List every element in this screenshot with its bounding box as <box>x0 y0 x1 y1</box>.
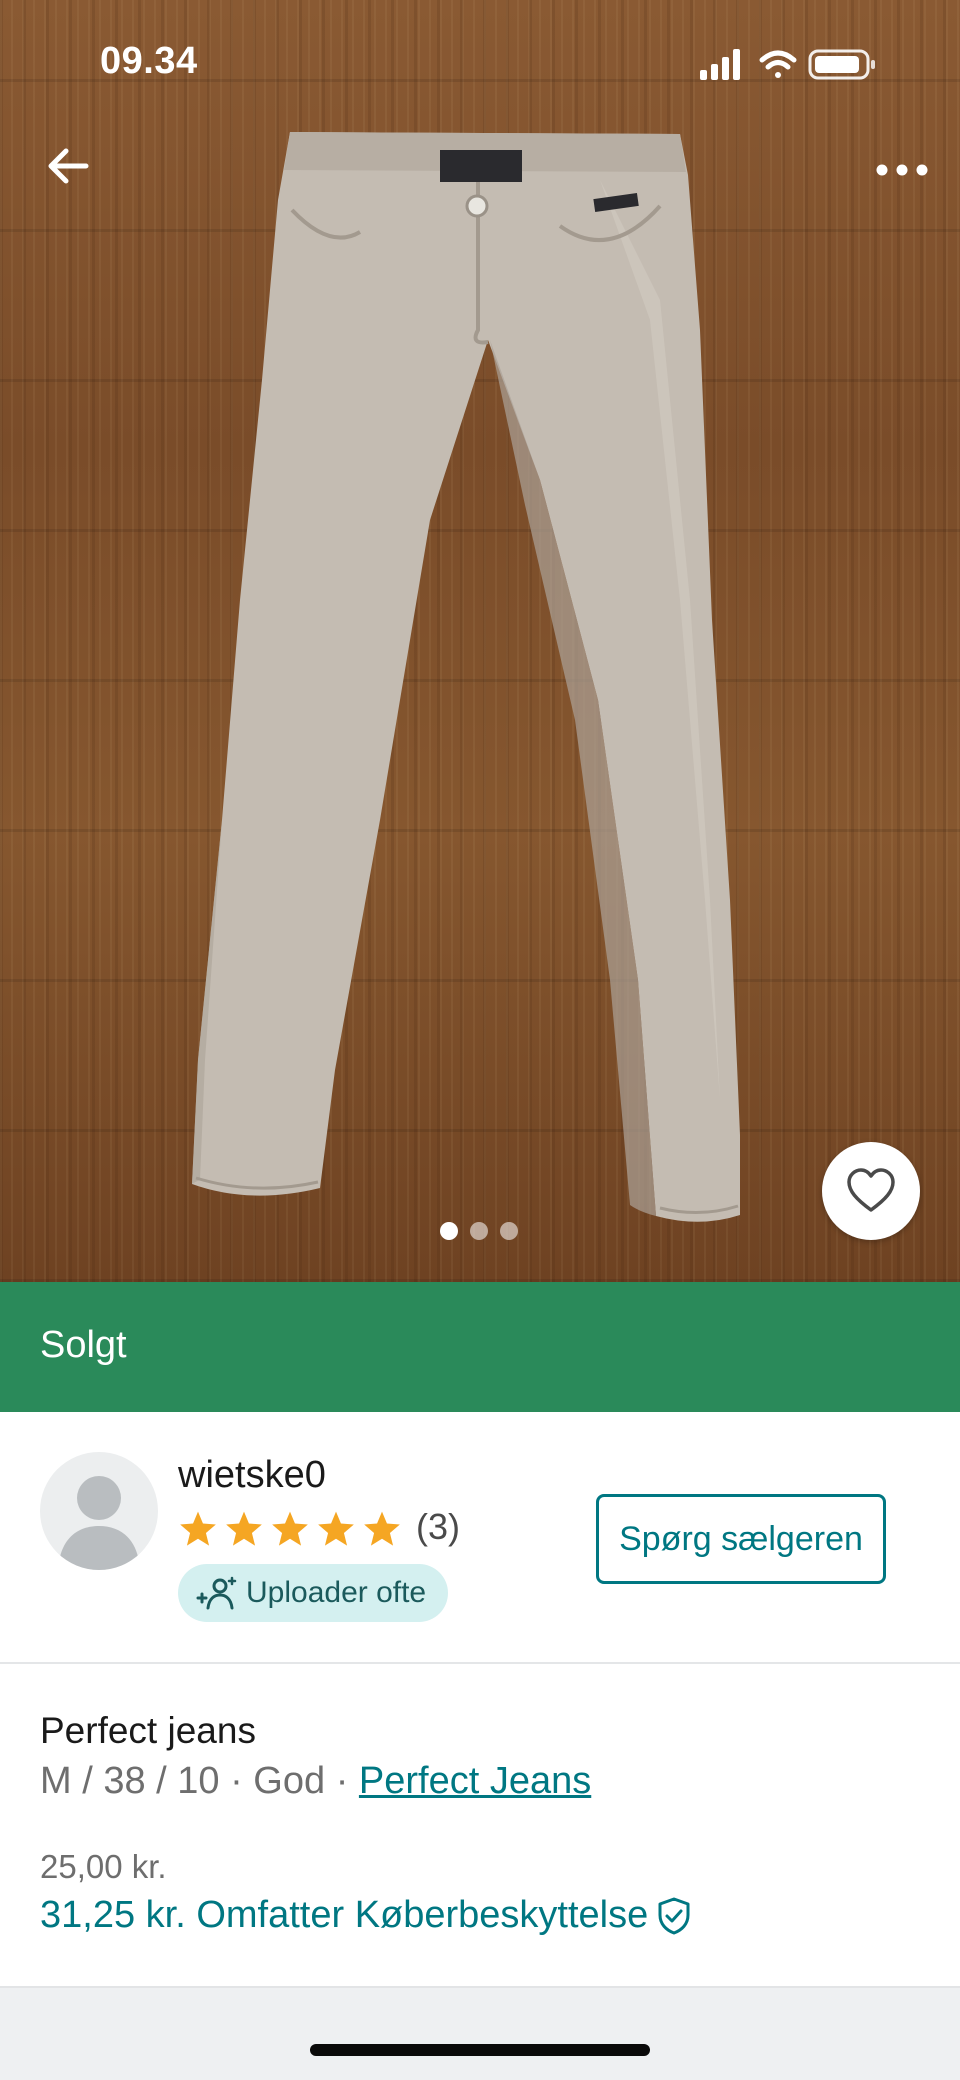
heart-outline-icon <box>847 1168 895 1212</box>
item-details: Perfect jeans M / 38 / 10 · God · Perfec… <box>0 1664 960 1986</box>
item-price: 25,00 kr. <box>40 1848 167 1885</box>
cellular-signal-icon <box>700 49 740 80</box>
total-price-label: 31,25 kr. Omfatter Køberbeskyttelse <box>40 1894 649 1936</box>
bottom-area <box>0 1986 960 2080</box>
status-icons <box>700 49 875 80</box>
seller-rating-stars[interactable] <box>178 1510 402 1548</box>
avatar[interactable] <box>40 1452 158 1570</box>
shield-check-icon <box>658 1897 690 1934</box>
item-title: Perfect jeans <box>40 1710 256 1751</box>
star-icon <box>364 1511 400 1546</box>
item-photo <box>192 132 740 1222</box>
pagination-dot[interactable] <box>470 1222 488 1240</box>
seller-username[interactable]: wietske0 <box>178 1454 326 1497</box>
home-indicator[interactable] <box>310 2044 650 2056</box>
star-icon <box>318 1511 354 1546</box>
favorite-button[interactable] <box>822 1142 920 1240</box>
pagination-dot-active[interactable] <box>440 1222 458 1240</box>
item-photo-gallery[interactable]: 09.34 <box>0 0 960 1282</box>
back-button[interactable] <box>30 128 106 204</box>
more-horizontal-icon <box>876 164 928 176</box>
seller-section: wietske0 (3) Uploader ofte Spørg sælgere… <box>0 1412 960 1664</box>
brand-link[interactable]: Perfect Jeans <box>359 1760 591 1802</box>
default-avatar-icon <box>58 1476 140 1570</box>
ask-seller-label: Spørg sælgeren <box>619 1519 863 1558</box>
wifi-icon <box>759 50 797 78</box>
review-count[interactable]: (3) <box>416 1506 460 1548</box>
ask-seller-button[interactable]: Spørg sælgeren <box>596 1494 886 1584</box>
frequent-uploader-icon <box>196 1576 237 1610</box>
sold-status-label: Solgt <box>40 1324 127 1366</box>
item-attributes: M / 38 / 10 · God · Perfect Jeans <box>40 1760 591 1803</box>
star-icon <box>272 1511 308 1546</box>
sold-status-banner: Solgt <box>0 1282 960 1412</box>
badge-label: Uploader ofte <box>246 1576 427 1609</box>
star-icon <box>226 1511 262 1546</box>
status-bar: 09.34 <box>0 0 960 120</box>
frequent-uploader-badge[interactable]: Uploader ofte <box>178 1564 449 1622</box>
gallery-pagination <box>440 1222 518 1240</box>
pagination-dot[interactable] <box>500 1222 518 1240</box>
more-options-button[interactable] <box>864 132 940 208</box>
arrow-left-icon <box>48 148 89 184</box>
star-icon <box>180 1511 216 1546</box>
buyer-protection-price[interactable]: 31,25 kr. Omfatter Køberbeskyttelse <box>40 1894 692 1937</box>
item-size-condition: M / 38 / 10 · God · <box>40 1760 359 1802</box>
battery-icon <box>808 49 875 80</box>
status-time: 09.34 <box>100 40 198 82</box>
